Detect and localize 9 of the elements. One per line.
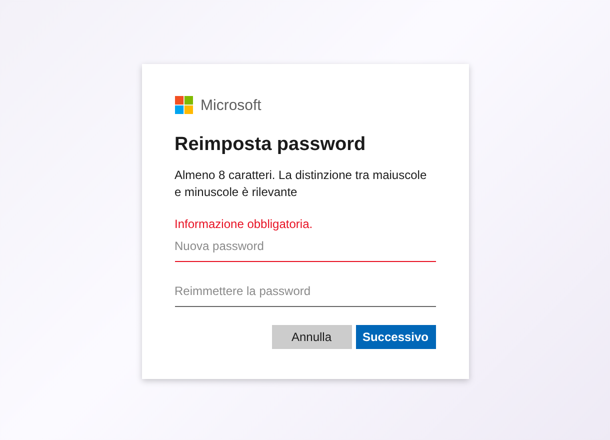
logo-text: Microsoft [200,98,262,112]
four-squares-logo-icon [174,96,192,114]
error-message: Informazione obbligatoria. [174,216,314,233]
cancel-button[interactable]: Annulla [272,324,352,349]
password-field[interactable]: Reimmettere la password [174,278,436,307]
password-field[interactable]: Nuova password [174,232,436,262]
next-button[interactable]: Successivo [356,324,436,349]
page-title: Reimposta password [174,134,367,157]
instructions-text: Almeno 8 caratteri. La distinzione tra maiuscole e minuscole è rilevante [174,166,428,202]
